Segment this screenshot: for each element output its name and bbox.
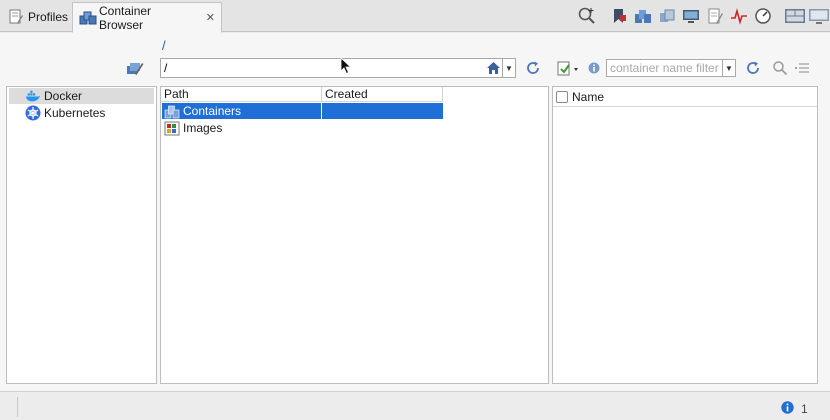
document-edit-icon[interactable] (704, 5, 726, 27)
gauge-icon[interactable] (752, 5, 774, 27)
mouse-cursor-icon (340, 57, 352, 75)
row-path-label: Images (183, 121, 223, 135)
status-divider (17, 397, 18, 417)
refresh-icon[interactable] (744, 59, 762, 77)
info-icon[interactable] (781, 401, 794, 414)
display-icon[interactable] (808, 5, 830, 27)
layout-icon[interactable] (784, 5, 806, 27)
tab-label: Profiles (28, 10, 69, 24)
bookmark-icon[interactable] (608, 5, 630, 27)
cell-created (322, 120, 443, 136)
tree-item-kubernetes[interactable]: Kubernetes (9, 105, 154, 121)
path-combobox[interactable]: ▼ (160, 58, 516, 78)
tree-item-docker[interactable]: Docker (9, 88, 154, 104)
containers-icon (164, 104, 180, 119)
column-header-name[interactable]: Name (553, 87, 817, 107)
cell-created (322, 103, 443, 119)
status-count: 1 (801, 402, 808, 416)
home-icon[interactable] (484, 59, 502, 77)
tab-profiles[interactable]: Profiles (2, 2, 72, 32)
search-plus-icon[interactable] (576, 5, 598, 27)
table-row-images[interactable]: Images (162, 120, 443, 136)
view-menu-icon[interactable] (794, 60, 810, 76)
row-path-label: Containers (183, 104, 242, 118)
docker-icon (25, 89, 41, 103)
containers-icon[interactable] (632, 5, 654, 27)
filter-input[interactable] (607, 61, 722, 75)
profiles-icon (8, 9, 24, 25)
container-browser-view: / ▼ ▼ Docker (0, 33, 830, 391)
close-icon[interactable]: ✕ (206, 11, 215, 24)
edit-connection-icon[interactable] (126, 59, 144, 77)
cell-path: Images (162, 120, 322, 136)
monitor-icon[interactable] (680, 5, 702, 27)
cell-path: Containers (162, 103, 322, 119)
images-icon (164, 121, 180, 136)
path-table: Path Created Containers Images (160, 86, 549, 384)
tab-bar: Profiles Container Browser ✕ (0, 0, 830, 33)
table-row-containers[interactable]: Containers (162, 103, 443, 119)
chevron-down-icon[interactable]: ▼ (722, 60, 735, 76)
tree-item-label: Docker (44, 89, 83, 103)
column-header-path[interactable]: Path (161, 87, 322, 102)
column-header-label: Name (572, 89, 605, 104)
tab-label: Container Browser (99, 3, 152, 32)
activity-icon[interactable] (728, 5, 750, 27)
search-icon[interactable] (772, 60, 788, 76)
select-all-checkbox[interactable] (556, 90, 568, 103)
container-name-filter[interactable]: ▼ (606, 59, 736, 77)
images-icon[interactable] (656, 5, 678, 27)
connection-tree: Docker Kubernetes (6, 86, 157, 384)
column-header-created[interactable]: Created (322, 87, 443, 102)
details-table: Name (552, 86, 818, 384)
main-toolbar (574, 4, 830, 28)
status-bar: 1 (0, 391, 830, 420)
new-container-icon[interactable] (556, 59, 580, 77)
kubernetes-icon (25, 105, 41, 121)
refresh-icon[interactable] (524, 59, 542, 77)
tree-item-label: Kubernetes (44, 106, 106, 120)
tab-container-browser[interactable]: Container Browser ✕ (72, 2, 222, 33)
info-icon (588, 62, 600, 74)
path-input[interactable] (161, 59, 484, 77)
container-browser-icon (79, 10, 97, 26)
chevron-down-icon[interactable]: ▼ (502, 59, 515, 77)
breadcrumb[interactable]: / (162, 38, 166, 53)
